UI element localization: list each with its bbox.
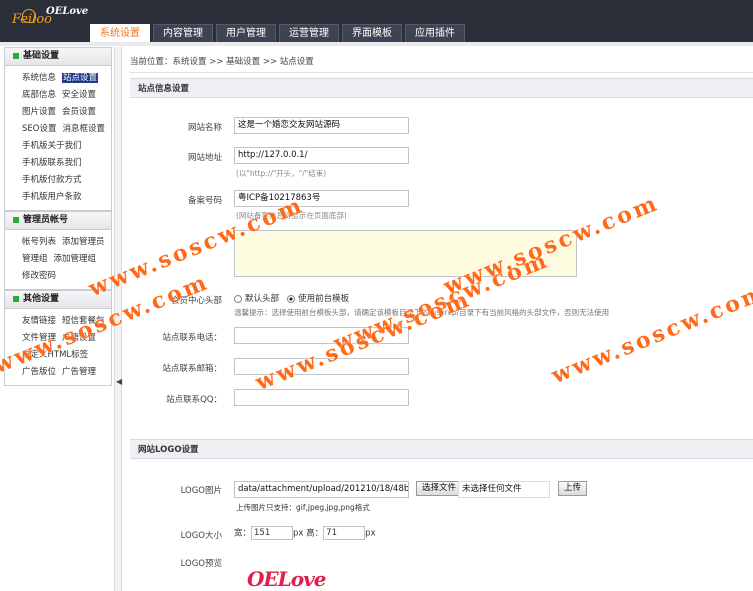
- site-name-label: 网站名称: [187, 123, 222, 133]
- logo-preview-image: OELove: [247, 567, 326, 591]
- sidebar-row: 手机版关于我们: [22, 138, 111, 155]
- logo-preview-label: LOGO预览: [180, 559, 222, 569]
- height-input[interactable]: 71: [323, 526, 366, 540]
- sidebar-item[interactable]: 手机版关于我们: [22, 141, 82, 151]
- sidebar-section-title: 其他设置: [23, 294, 60, 304]
- sidebar-row: 管理组 添加管理组: [22, 251, 111, 268]
- radio-default-header[interactable]: [234, 294, 242, 303]
- sidebar-item[interactable]: 添加管理员: [62, 237, 105, 247]
- sub-bar: [0, 42, 753, 46]
- qq-label: 站点联系QQ：: [166, 395, 222, 405]
- width-label: 宽：: [234, 528, 252, 539]
- width-input[interactable]: 151: [251, 526, 294, 540]
- sidebar-row: 广告版位 广告管理: [22, 364, 111, 381]
- radio-default-header-label: 默认头部: [245, 294, 280, 304]
- sidebar-row: SEO设置 消息框设置: [22, 121, 111, 138]
- logo-path-input[interactable]: data/attachment/upload/201210/18/48b7533…: [234, 481, 409, 498]
- email-label: 站点联系邮箱：: [162, 364, 222, 374]
- sidebar-item[interactable]: 底部信息: [22, 90, 56, 100]
- divider: [130, 72, 753, 73]
- radio-frontend-template[interactable]: [287, 294, 296, 303]
- sidebar-item[interactable]: 安全设置: [62, 90, 96, 100]
- icp-label: 备案号码: [187, 196, 222, 206]
- sidebar-item[interactable]: 修改密码: [22, 271, 56, 281]
- width-unit: px: [293, 528, 304, 539]
- upload-hint: 上传图片只支持：gif,jpeg,jpg,png格式: [236, 503, 370, 512]
- sidebar-item[interactable]: 帐号列表: [22, 237, 56, 247]
- sidebar-item[interactable]: 广告管理: [62, 367, 96, 377]
- no-file-text: 未选择任何文件: [458, 481, 550, 498]
- sidebar-item[interactable]: 站点设置: [62, 73, 99, 83]
- member-header-options: 默认头部 使用前台模板: [234, 292, 349, 304]
- height-unit: px: [365, 528, 376, 539]
- logo-image-label: LOGO图片: [180, 486, 222, 496]
- sidebar-item[interactable]: 管理组: [22, 254, 48, 264]
- sidebar-item[interactable]: 添加管理组: [54, 254, 97, 264]
- choose-file-button[interactable]: 选择文件: [416, 481, 463, 496]
- logo-brand-text: OELove: [46, 6, 89, 17]
- sidebar-row: 手机版用户条款: [22, 189, 111, 206]
- sidebar-row: 底部信息 安全设置: [22, 87, 111, 104]
- site-url-label: 网站地址: [187, 153, 222, 163]
- tab-1[interactable]: 内容管理: [153, 24, 213, 42]
- sidebar-item[interactable]: 手机版联系我们: [22, 158, 82, 168]
- sidebar-item[interactable]: 消息框设置: [62, 124, 105, 134]
- site-url-hint: (以"http://"开头，"/"结束): [236, 169, 327, 178]
- sidebar-section-title: 基础设置: [23, 51, 60, 61]
- radio-frontend-template-label: 使用前台模板: [298, 294, 350, 304]
- sidebar-item[interactable]: 会员设置: [62, 107, 96, 117]
- app-logo[interactable]: Feiloo OELove: [12, 4, 88, 36]
- main-nav: 系统设置 内容管理 用户管理 运营管理 界面模板 应用插件: [90, 24, 465, 42]
- sidebar-item[interactable]: 广告版位: [22, 367, 56, 377]
- sidebar-row: 手机版联系我们: [22, 155, 111, 172]
- site-url-input[interactable]: http://127.0.0.1/: [234, 147, 409, 164]
- sidebar-item[interactable]: 友情链接: [22, 316, 56, 326]
- section-title-logo: 网站LOGO设置: [130, 439, 753, 459]
- section-title-site-info: 站点信息设置: [130, 78, 753, 98]
- tab-2[interactable]: 用户管理: [216, 24, 276, 42]
- bullet-icon: [13, 52, 19, 59]
- upload-button[interactable]: 上传: [558, 481, 588, 496]
- sidebar-item[interactable]: 手机版用户条款: [22, 192, 82, 202]
- sidebar-section-header[interactable]: 基础设置: [5, 48, 111, 66]
- sidebar-item[interactable]: 图片设置: [22, 107, 56, 117]
- top-bar: Feiloo OELove 系统设置 内容管理 用户管理 运营管理 界面模板 应用插件: [0, 0, 753, 42]
- sidebar-row: 系统信息 站点设置: [22, 70, 111, 87]
- sidebar-item[interactable]: 手机版付款方式: [22, 175, 82, 185]
- tab-5[interactable]: 应用插件: [405, 24, 465, 42]
- site-name-input[interactable]: 这是一个婚恋交友网站源码: [234, 117, 409, 134]
- sidebar-section-title: 管理员帐号: [23, 215, 69, 225]
- height-label: 高：: [306, 528, 324, 539]
- logo-size-row: 宽： 151 px 高： 71 px: [234, 526, 376, 541]
- sidebar-item[interactable]: 系统信息: [22, 73, 56, 83]
- icp-input[interactable]: 粤ICP备10217863号: [234, 190, 409, 207]
- bullet-icon: [13, 295, 19, 302]
- tab-3[interactable]: 运营管理: [279, 24, 339, 42]
- tab-4[interactable]: 界面模板: [342, 24, 402, 42]
- sidebar-section: 基础设置 系统信息 站点设置 底部信息 安全设置 图片设置 会员设置 SEO设置 消息框设置 手机…: [4, 47, 112, 211]
- phone-label: 站点联系电话：: [162, 333, 222, 343]
- sidebar-section-body: 系统信息 站点设置 底部信息 安全设置 图片设置 会员设置 SEO设置 消息框设置 手机版关于我…: [5, 66, 111, 210]
- sidebar-row: 图片设置 会员设置: [22, 104, 111, 121]
- sidebar-row: 帐号列表 添加管理员: [22, 234, 111, 251]
- sidebar-section-header[interactable]: 管理员帐号: [5, 212, 111, 230]
- breadcrumb: 当前位置：系统设置 >> 基础设置 >> 站点设置: [130, 57, 314, 67]
- sidebar-row: 手机版付款方式: [22, 172, 111, 189]
- tab-0[interactable]: 系统设置: [90, 24, 150, 42]
- logo-size-label: LOGO大小: [180, 531, 222, 541]
- sidebar-item[interactable]: SEO设置: [22, 124, 56, 134]
- bullet-icon: [13, 216, 19, 223]
